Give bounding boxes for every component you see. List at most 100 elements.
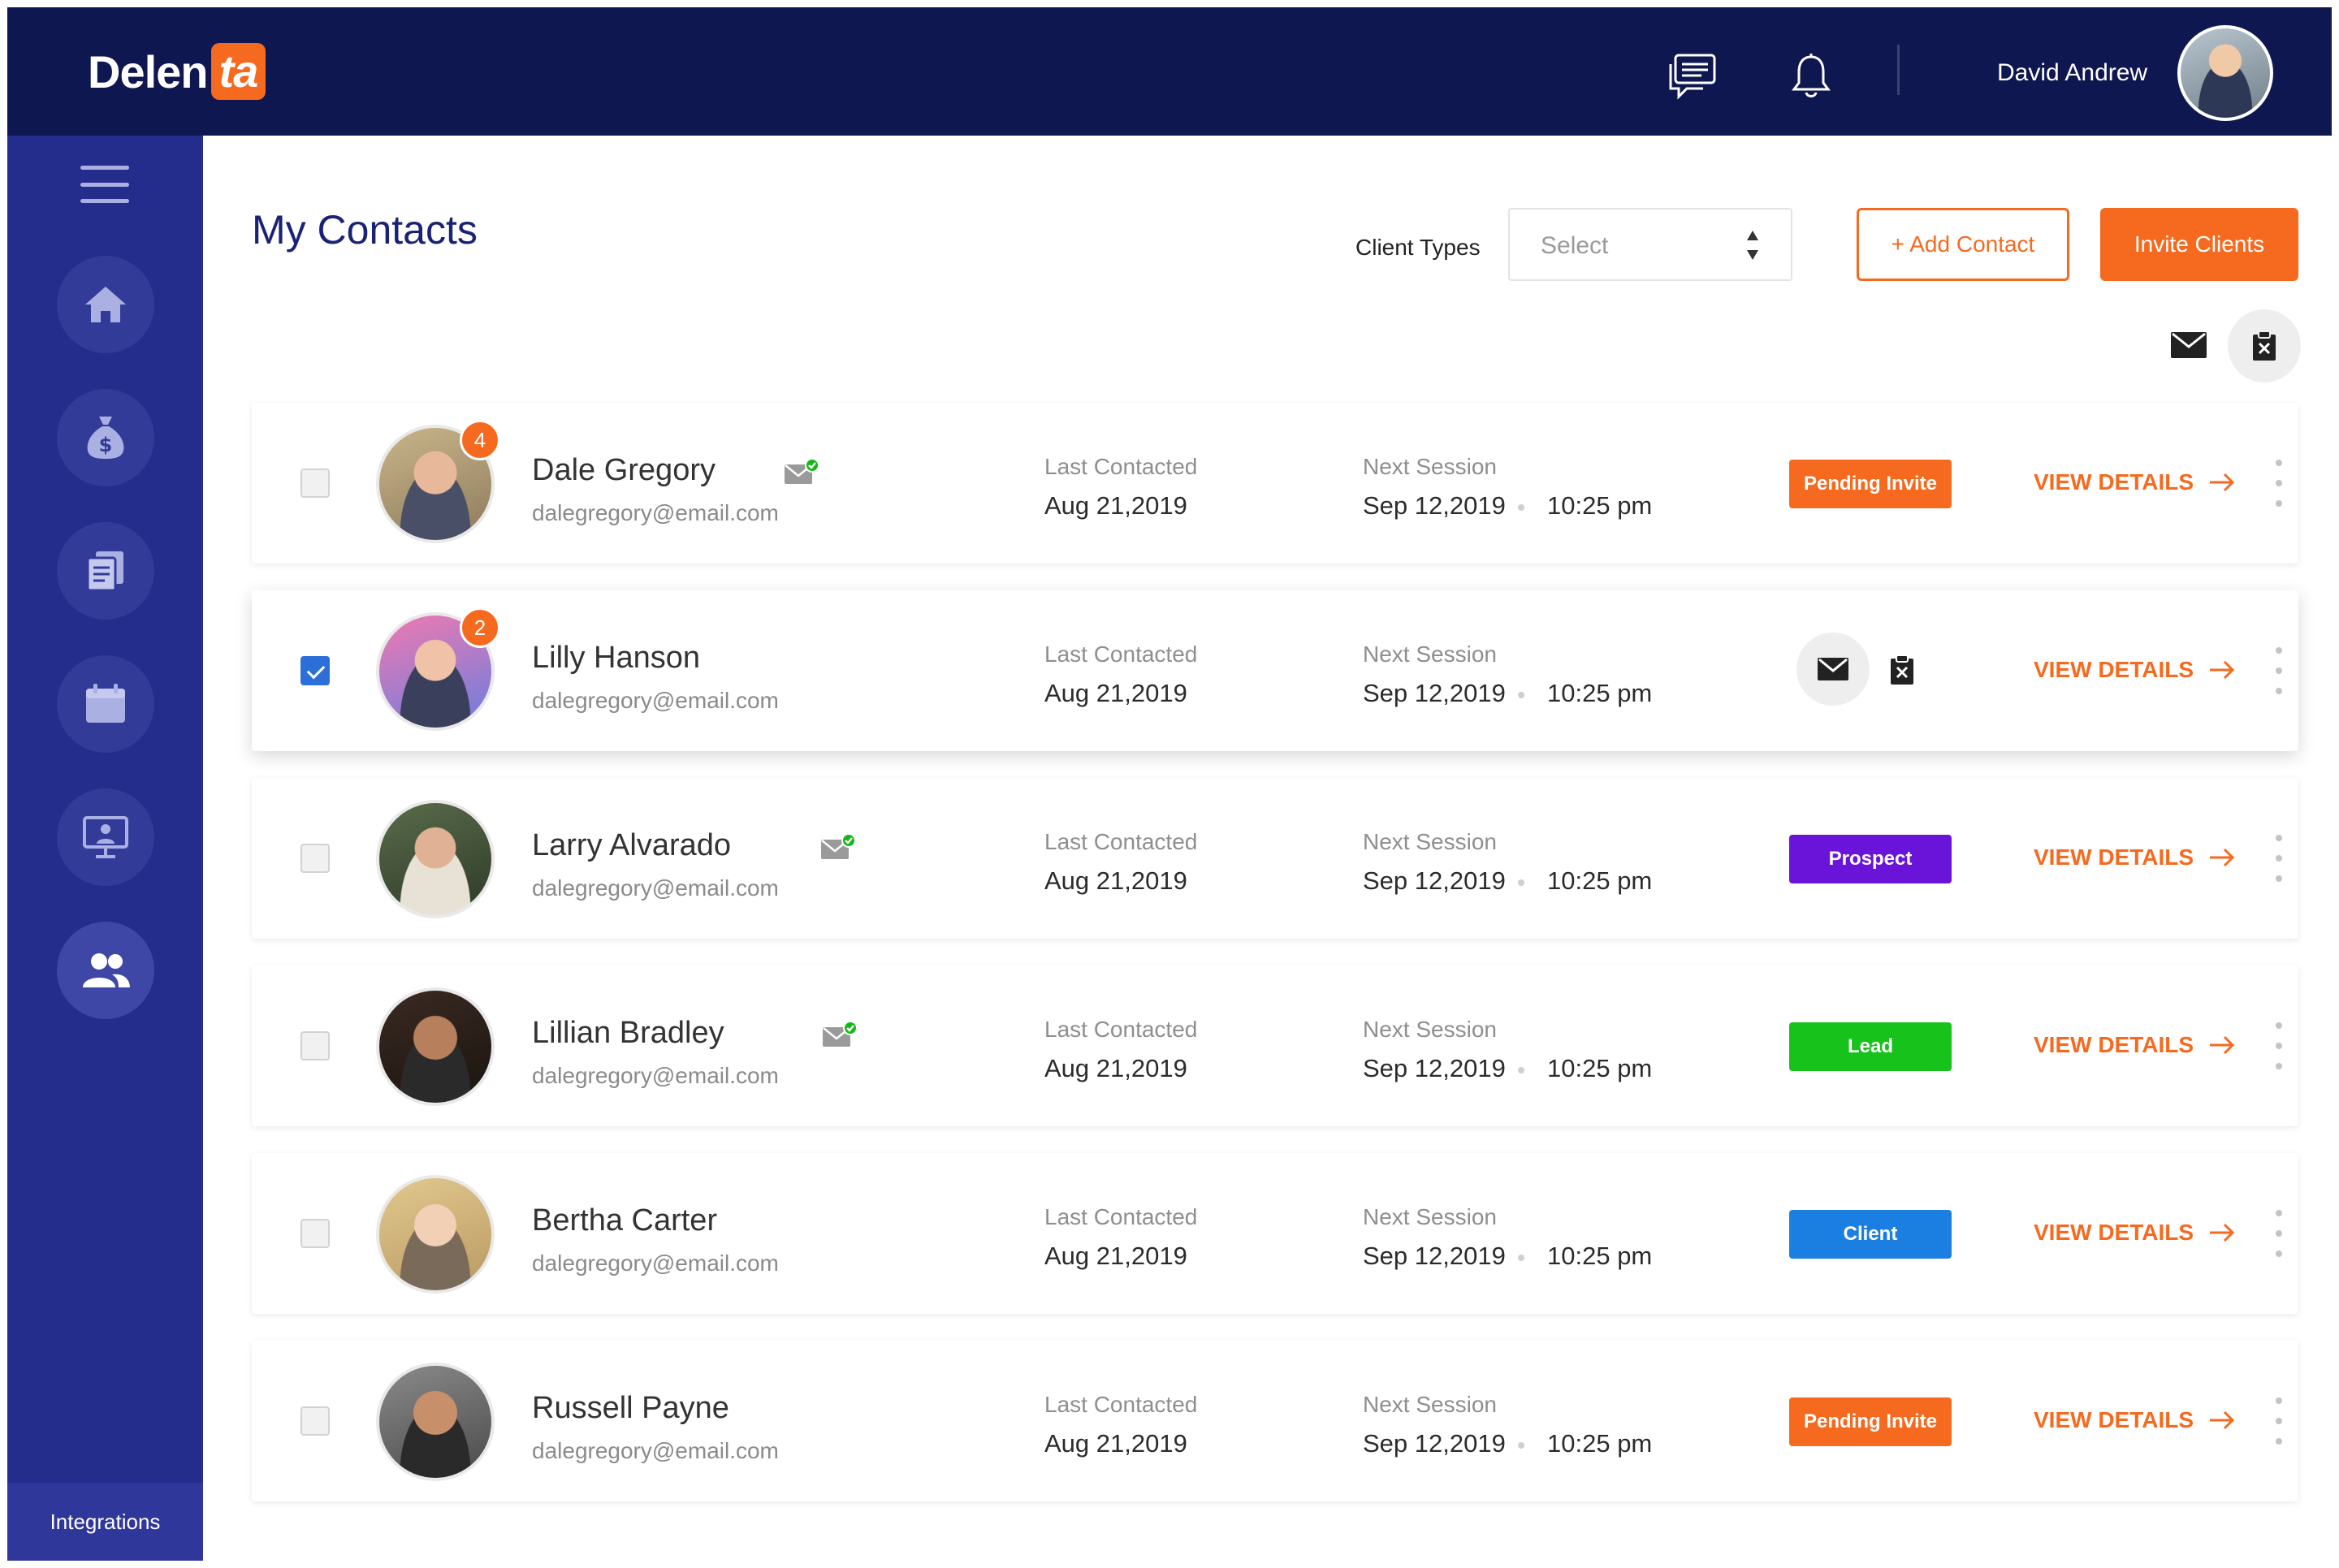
row-checkbox[interactable] bbox=[300, 656, 330, 685]
next-session-time: 10:25 pm bbox=[1547, 491, 1653, 520]
contact-avatar-wrap[interactable] bbox=[376, 987, 495, 1106]
contact-name[interactable]: Lilly Hanson bbox=[532, 641, 700, 676]
user-avatar[interactable] bbox=[2177, 25, 2273, 121]
contacts-icon bbox=[83, 953, 130, 987]
row-checkbox[interactable] bbox=[300, 1406, 330, 1436]
view-details-label: VIEW DETAILS bbox=[2034, 1220, 2194, 1245]
contact-name[interactable]: Dale Gregory bbox=[532, 453, 716, 488]
sidebar-item-contacts[interactable] bbox=[57, 922, 154, 1019]
next-session-time: 10:25 pm bbox=[1547, 1054, 1653, 1082]
contact-avatar[interactable] bbox=[376, 1175, 495, 1294]
last-contacted-label: Last Contacted bbox=[1044, 1392, 1198, 1417]
sort-arrows-icon bbox=[1747, 231, 1758, 260]
brand-logo[interactable]: Delen ta bbox=[88, 41, 266, 102]
row-mail-button[interactable] bbox=[1796, 633, 1870, 706]
integrations-link[interactable]: Integrations bbox=[7, 1483, 203, 1561]
menu-toggle-icon[interactable] bbox=[80, 166, 129, 203]
row-delete-icon[interactable] bbox=[1887, 654, 1917, 686]
sidebar-item-calendar[interactable] bbox=[57, 655, 154, 753]
contact-name[interactable]: Russell Payne bbox=[532, 1391, 729, 1426]
view-details-link[interactable]: VIEW DETAILS bbox=[2034, 1220, 2236, 1246]
presentation-icon bbox=[83, 816, 128, 858]
next-session-label: Next Session bbox=[1363, 641, 1497, 667]
arrow-right-icon bbox=[2210, 1035, 2235, 1055]
home-icon bbox=[85, 287, 126, 322]
view-details-label: VIEW DETAILS bbox=[2034, 657, 2194, 682]
more-options-icon[interactable] bbox=[2269, 1397, 2289, 1445]
last-contacted-label: Last Contacted bbox=[1044, 641, 1198, 667]
contact-avatar[interactable] bbox=[376, 800, 495, 918]
contact-avatar-wrap[interactable]: 4 bbox=[376, 420, 500, 543]
more-options-icon[interactable] bbox=[2269, 1210, 2289, 1257]
view-details-link[interactable]: VIEW DETAILS bbox=[2034, 1032, 2236, 1058]
client-types-select[interactable]: Select bbox=[1508, 208, 1792, 281]
contact-avatar[interactable] bbox=[376, 987, 495, 1106]
arrow-right-icon bbox=[2210, 1223, 2235, 1242]
arrow-right-icon bbox=[2210, 473, 2235, 492]
logo-text: Delen bbox=[88, 45, 208, 97]
row-checkbox[interactable] bbox=[300, 1219, 330, 1248]
last-contacted-label: Last Contacted bbox=[1044, 1204, 1198, 1229]
last-contacted-label: Last Contacted bbox=[1044, 829, 1198, 854]
contact-avatar-wrap[interactable]: 2 bbox=[376, 607, 500, 731]
view-details-label: VIEW DETAILS bbox=[2034, 844, 2194, 870]
next-session-label: Next Session bbox=[1363, 829, 1497, 854]
bulk-mail-icon[interactable] bbox=[2169, 330, 2208, 360]
arrow-right-icon bbox=[2210, 1410, 2235, 1430]
contact-avatar-wrap[interactable] bbox=[376, 1175, 495, 1294]
more-options-icon[interactable] bbox=[2269, 835, 2289, 882]
last-contacted-value: Aug 21,2019 bbox=[1044, 1054, 1187, 1082]
next-session-label: Next Session bbox=[1363, 454, 1497, 479]
view-details-label: VIEW DETAILS bbox=[2034, 1407, 2194, 1432]
next-session-time: 10:25 pm bbox=[1547, 1429, 1653, 1458]
row-checkbox[interactable] bbox=[300, 469, 330, 498]
contact-email: dalegregory@email.com bbox=[532, 688, 779, 713]
last-contacted-value: Aug 21,2019 bbox=[1044, 1429, 1187, 1458]
more-options-icon[interactable] bbox=[2269, 460, 2289, 507]
contact-avatar-wrap[interactable] bbox=[376, 800, 495, 918]
next-session-time: 10:25 pm bbox=[1547, 679, 1653, 707]
contact-name[interactable]: Lillian Bradley bbox=[532, 1016, 724, 1051]
status-badge: Lead bbox=[1789, 1022, 1952, 1071]
sidebar-item-sessions[interactable] bbox=[57, 788, 154, 886]
invite-clients-button[interactable]: Invite Clients bbox=[2100, 208, 2298, 281]
top-header: Delen ta David Andrew bbox=[7, 7, 2332, 136]
verified-mail-icon bbox=[823, 1021, 858, 1047]
svg-text:$: $ bbox=[99, 434, 113, 456]
row-checkbox[interactable] bbox=[300, 1031, 330, 1060]
sidebar-item-home[interactable] bbox=[57, 256, 154, 353]
next-session-time: 10:25 pm bbox=[1547, 866, 1653, 895]
contact-row: 2 Lilly Hanson dalegregory@email.com Las… bbox=[252, 590, 2298, 751]
contact-avatar-wrap[interactable] bbox=[376, 1363, 495, 1481]
chat-icon[interactable] bbox=[1664, 48, 1721, 105]
contact-row: Lillian Bradley dalegregory@email.com La… bbox=[252, 965, 2298, 1126]
sidebar-item-documents[interactable] bbox=[57, 522, 154, 620]
bell-icon[interactable] bbox=[1783, 48, 1840, 105]
separator-dot bbox=[1518, 1067, 1524, 1073]
separator-dot bbox=[1518, 504, 1524, 511]
row-checkbox[interactable] bbox=[300, 844, 330, 873]
app-window: Delen ta David Andrew $ Integrations My … bbox=[7, 7, 2332, 1561]
next-session-date: Sep 12,2019 bbox=[1363, 491, 1506, 520]
status-badge: Pending Invite bbox=[1789, 460, 1952, 508]
view-details-link[interactable]: VIEW DETAILS bbox=[2034, 469, 2236, 495]
view-details-link[interactable]: VIEW DETAILS bbox=[2034, 1407, 2236, 1433]
more-options-icon[interactable] bbox=[2269, 1022, 2289, 1069]
documents-icon bbox=[86, 551, 123, 592]
clipboard-delete-icon bbox=[2253, 330, 2276, 361]
more-options-icon[interactable] bbox=[2269, 647, 2289, 694]
view-details-link[interactable]: VIEW DETAILS bbox=[2034, 844, 2236, 870]
contact-name[interactable]: Bertha Carter bbox=[532, 1203, 717, 1238]
bulk-delete-button[interactable] bbox=[2228, 309, 2301, 382]
add-contact-button[interactable]: + Add Contact bbox=[1857, 208, 2069, 281]
verified-mail-icon bbox=[785, 458, 819, 484]
contact-avatar[interactable] bbox=[376, 1363, 495, 1481]
notification-badge: 2 bbox=[460, 607, 500, 648]
sidebar-item-money[interactable]: $ bbox=[57, 389, 154, 486]
notification-badge: 4 bbox=[460, 420, 500, 460]
user-name[interactable]: David Andrew bbox=[1997, 59, 2147, 87]
last-contacted-value: Aug 21,2019 bbox=[1044, 679, 1187, 707]
contact-name[interactable]: Larry Alvarado bbox=[532, 828, 731, 863]
view-details-link[interactable]: VIEW DETAILS bbox=[2034, 657, 2236, 683]
mail-icon bbox=[1818, 658, 1848, 680]
